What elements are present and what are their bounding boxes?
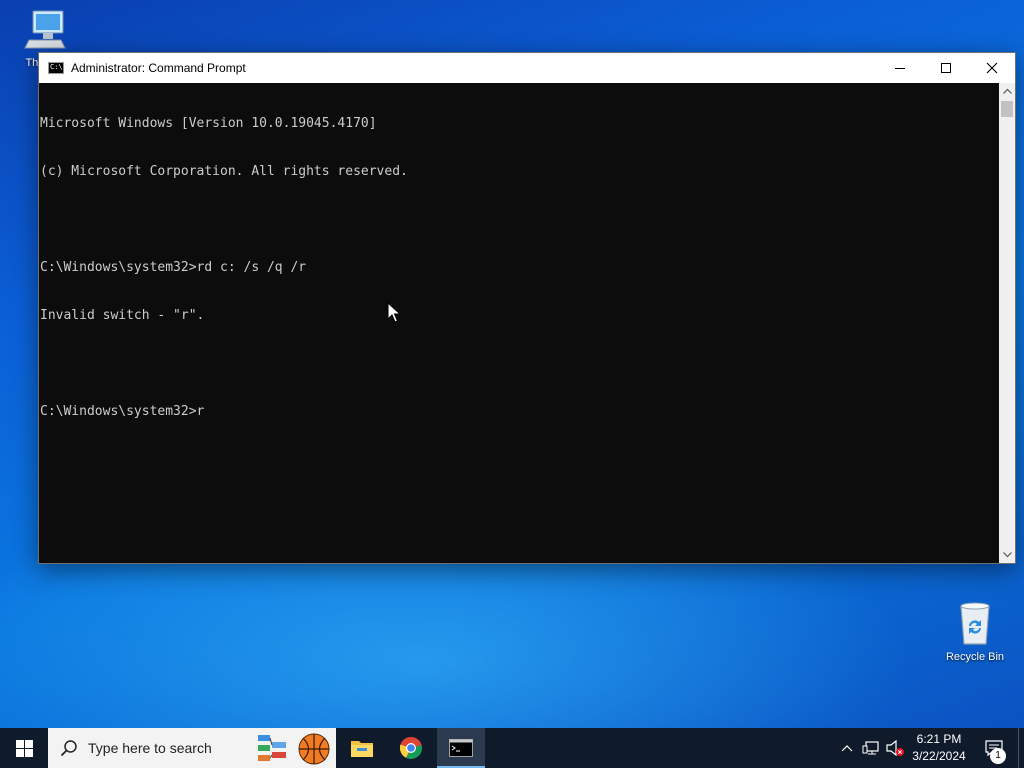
console-line: C:\Windows\system32>rd c: /s /q /r (40, 260, 307, 275)
mouse-pointer-icon (387, 302, 401, 323)
chevron-down-icon (1002, 552, 1012, 558)
console-output[interactable]: Microsoft Windows [Version 10.0.19045.41… (39, 83, 1000, 563)
search-highlight-icon (258, 733, 330, 765)
desktop-icon-recycle-bin[interactable]: Recycle Bin (940, 600, 1010, 663)
show-hidden-icons-button[interactable] (838, 728, 856, 768)
command-prompt-window: C:\ Administrator: Command Prompt Micros… (38, 52, 1016, 564)
taskbar-clock[interactable]: 6:21 PM 3/22/2024 (905, 728, 973, 768)
network-status[interactable] (860, 728, 882, 768)
chrome-icon (399, 737, 422, 759)
windows-logo-icon (15, 739, 33, 757)
console-line: Microsoft Windows [Version 10.0.19045.41… (40, 116, 377, 131)
taskbar-search-box[interactable]: Type here to search (48, 728, 336, 768)
chevron-up-icon (841, 745, 853, 752)
console-input-line[interactable]: C:\Windows\system32>r (40, 404, 1000, 420)
recycle-bin-icon (960, 602, 990, 645)
taskbar: Type here to search 6:21 PM 3/22/2024 (0, 728, 1024, 768)
close-button[interactable] (969, 53, 1015, 83)
minimize-icon (895, 68, 905, 69)
file-explorer-icon (351, 741, 373, 757)
volume-muted-icon (886, 739, 904, 757)
console-line: (c) Microsoft Corporation. All rights re… (40, 164, 408, 179)
window-title: Administrator: Command Prompt (71, 61, 246, 75)
scroll-up-button[interactable] (999, 83, 1015, 99)
vertical-scrollbar[interactable] (999, 83, 1015, 563)
taskbar-file-explorer[interactable] (338, 728, 386, 768)
search-icon (60, 740, 77, 757)
minimize-button[interactable] (877, 53, 923, 83)
close-icon (986, 62, 998, 74)
title-bar[interactable]: C:\ Administrator: Command Prompt (39, 53, 1015, 83)
maximize-button[interactable] (923, 53, 969, 83)
taskbar-command-prompt[interactable] (437, 728, 485, 768)
volume-status[interactable] (884, 728, 906, 768)
scroll-thumb[interactable] (1001, 101, 1013, 117)
command-prompt-icon (449, 739, 473, 757)
cmd-icon: C:\ (48, 62, 64, 74)
start-button[interactable] (0, 728, 48, 768)
taskbar-chrome[interactable] (387, 728, 435, 768)
search-placeholder: Type here to search (88, 740, 212, 756)
scroll-down-button[interactable] (999, 547, 1015, 563)
chevron-up-icon (1002, 88, 1012, 94)
clock-time: 6:21 PM (916, 732, 962, 746)
console-line: Invalid switch - "r". (40, 308, 205, 323)
desktop-icon-label: Recycle Bin (945, 651, 1005, 663)
clock-date: 3/22/2024 (912, 749, 966, 763)
maximize-icon (941, 63, 951, 73)
show-desktop-button[interactable] (1018, 728, 1024, 768)
computer-icon (24, 10, 66, 49)
notification-count-badge: 1 (990, 748, 1006, 764)
network-icon (862, 741, 879, 755)
window-controls (877, 53, 1015, 83)
